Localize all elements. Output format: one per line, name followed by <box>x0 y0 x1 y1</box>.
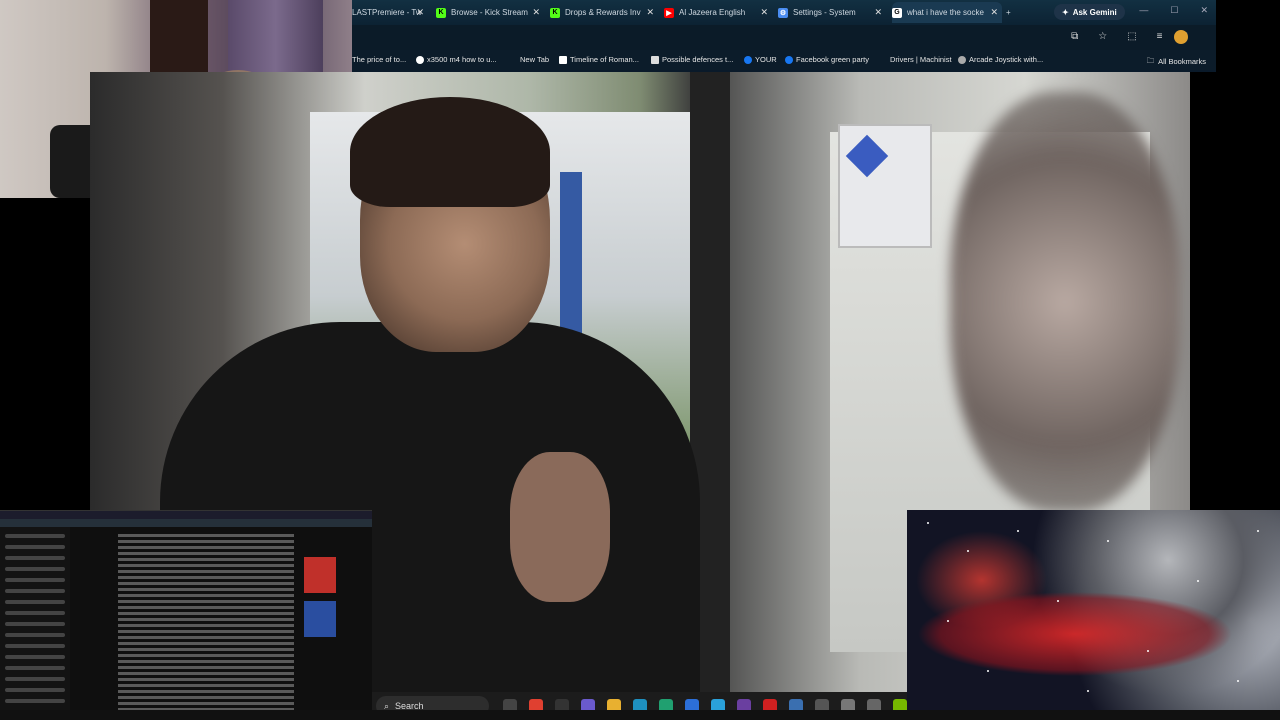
bookmark-item[interactable]: The price of to... <box>352 55 406 64</box>
profile-avatar[interactable] <box>1174 30 1188 44</box>
screen-capture-overlay <box>0 510 372 711</box>
facebook-icon <box>785 55 793 64</box>
wall-sign <box>838 124 932 248</box>
browser-window: LASTPremiere - Tw ✕ K Browse - Kick Stre… <box>352 0 1216 72</box>
capture-thumbnail <box>304 601 336 637</box>
capture-thumbnail <box>304 557 336 593</box>
gear-icon: ⚙ <box>778 7 788 18</box>
capture-address-bar <box>0 519 372 527</box>
capture-right-column <box>300 551 370 711</box>
bookmark-item[interactable]: YOUR <box>744 55 777 64</box>
cast-icon[interactable]: ⧉ <box>1071 31 1078 42</box>
bookmarks-bar: The price of to... x3500 m4 how to u... … <box>352 50 1216 70</box>
bookmark-item[interactable]: Facebook green party <box>785 55 869 64</box>
close-icon[interactable]: ✕ <box>646 7 654 18</box>
ask-gemini-button[interactable]: ✦ Ask Gemini <box>1054 4 1125 20</box>
tab-google-search[interactable]: G what i have the socke ✕ <box>892 2 1002 23</box>
tab-lastpremiere[interactable]: LASTPremiere - Tw ✕ <box>352 2 428 23</box>
bookmark-item[interactable]: Arcade Joystick with... <box>958 55 1043 64</box>
nebula-image <box>907 510 1280 710</box>
close-icon[interactable]: ✕ <box>416 7 424 18</box>
tab-kick-drops[interactable]: K Drops & Rewards Inv ✕ <box>550 2 658 23</box>
cl-icon <box>651 55 659 64</box>
toolbar-icons: ⧉ ☆ ⬚ ≡ ▯ <box>1071 31 1188 42</box>
blurred-hand <box>950 92 1180 512</box>
google-icon <box>416 55 424 64</box>
person-hair <box>350 97 550 207</box>
browser-toolbar: ⧉ ☆ ⬚ ≡ ▯ <box>352 25 1216 50</box>
bottom-strip <box>0 710 1280 720</box>
bookmark-item[interactable]: x3500 m4 how to u... <box>416 55 497 64</box>
new-tab-button[interactable]: + <box>1006 2 1022 23</box>
reading-list-icon[interactable]: ≡ <box>1157 31 1163 42</box>
facebook-icon <box>744 55 752 64</box>
minimize-icon[interactable]: — <box>1139 5 1148 16</box>
close-icon[interactable]: ✕ <box>760 7 768 18</box>
kick-icon: K <box>436 7 446 18</box>
tab-al-jazeera[interactable]: ▶ Al Jazeera English ✕ <box>664 2 772 23</box>
tab-bar: LASTPremiere - Tw ✕ K Browse - Kick Stre… <box>352 0 1216 25</box>
extensions-icon[interactable]: ⬚ <box>1127 31 1136 42</box>
all-bookmarks-button[interactable]: 🗀 All Bookmarks <box>1147 55 1206 68</box>
bookmark-item[interactable]: Possible defences t... <box>651 55 733 64</box>
capture-sidebar <box>0 527 70 711</box>
bookmark-item[interactable]: New Tab <box>520 55 549 64</box>
close-window-icon[interactable]: ✕ <box>1200 5 1208 16</box>
window-controls: — ☐ ✕ <box>1139 5 1208 16</box>
gemini-icon: ✦ <box>1062 7 1069 17</box>
tab-kick-browse[interactable]: K Browse - Kick Stream ✕ <box>436 2 544 23</box>
kick-icon: K <box>550 7 560 18</box>
wikipedia-icon <box>559 55 567 64</box>
tab-settings[interactable]: ⚙ Settings - System ✕ <box>778 2 886 23</box>
maximize-icon[interactable]: ☐ <box>1170 5 1178 16</box>
capture-tab-bar <box>0 511 372 519</box>
close-icon[interactable]: ✕ <box>532 7 540 18</box>
puzzle-icon <box>958 55 966 64</box>
google-icon: G <box>892 7 902 18</box>
bookmark-item[interactable]: Drivers | Machinist <box>890 55 952 64</box>
plus-icon: + <box>1006 8 1011 17</box>
capture-content <box>118 531 294 711</box>
sign-logo-icon <box>845 134 889 178</box>
person-hand <box>510 452 610 602</box>
close-icon[interactable]: ✕ <box>990 7 998 18</box>
folder-icon: 🗀 <box>1146 56 1155 65</box>
bookmark-item[interactable]: Timeline of Roman... <box>559 55 639 64</box>
close-icon[interactable]: ✕ <box>874 7 882 18</box>
star-icon[interactable]: ☆ <box>1098 31 1107 42</box>
youtube-icon: ▶ <box>664 7 674 18</box>
